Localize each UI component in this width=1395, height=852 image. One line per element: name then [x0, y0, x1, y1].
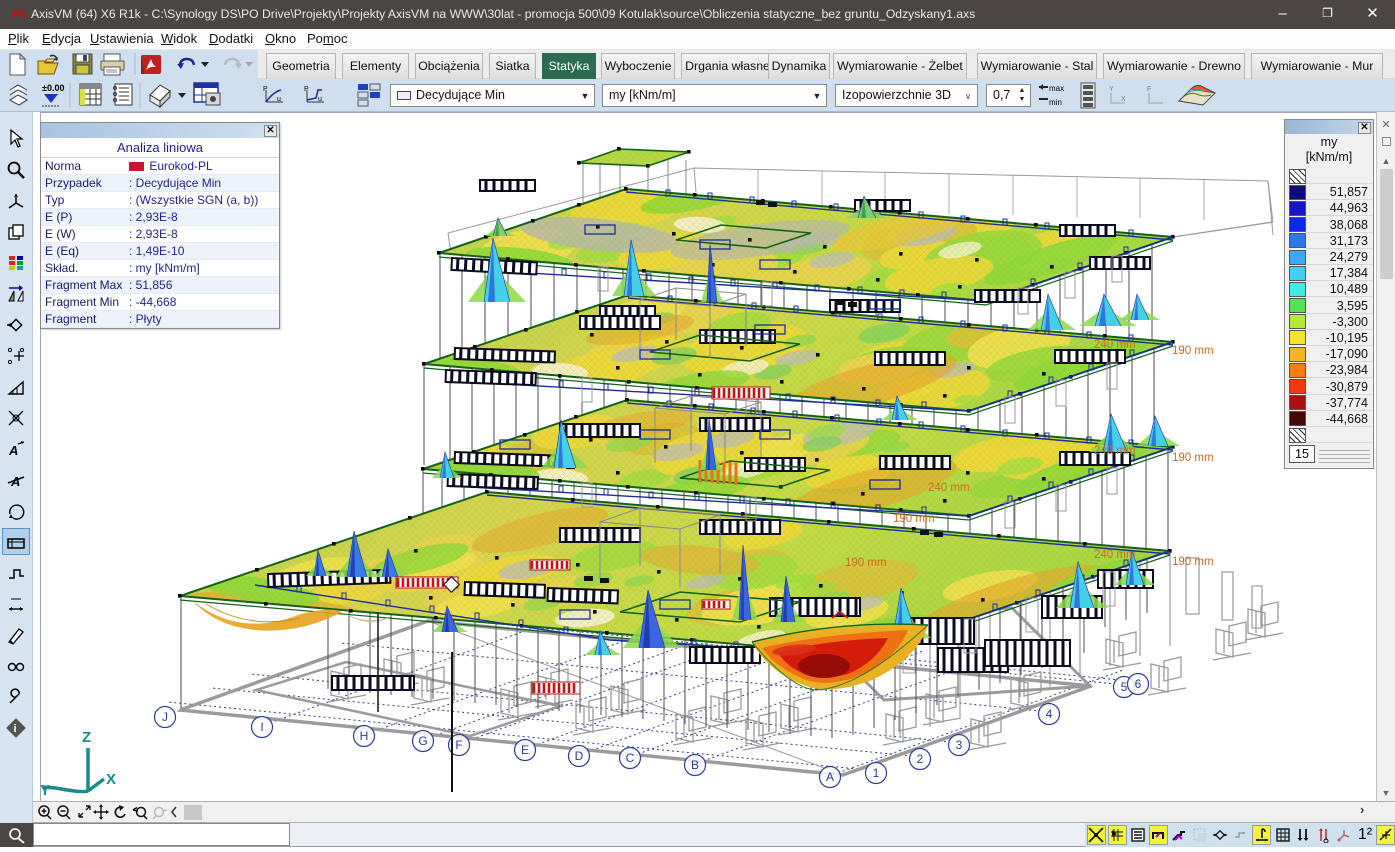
svg-text:190 mm: 190 mm	[1172, 452, 1214, 464]
svg-text:G: G	[418, 734, 427, 748]
svg-text:D: D	[575, 749, 584, 763]
svg-text:u: u	[318, 96, 322, 103]
svg-text:Z: Z	[82, 729, 91, 746]
svg-text:min: min	[1049, 98, 1062, 107]
svg-text:190 mm: 190 mm	[893, 513, 935, 525]
svg-text:H: H	[360, 729, 369, 743]
svg-text:A: A	[8, 443, 18, 458]
svg-text:190 mm: 190 mm	[1172, 345, 1214, 357]
svg-text:190 mm: 190 mm	[845, 557, 887, 569]
svg-text:F: F	[1147, 86, 1151, 93]
svg-text:C: C	[626, 751, 635, 765]
svg-text:A: A	[826, 770, 834, 784]
svg-text:±0.00: ±0.00	[42, 83, 64, 93]
svg-text:2: 2	[917, 752, 924, 766]
svg-text:1: 1	[873, 766, 880, 780]
svg-text:B: B	[691, 758, 699, 772]
svg-text:6: 6	[1135, 677, 1142, 691]
svg-text:i: i	[14, 723, 17, 735]
svg-text:3: 3	[956, 738, 963, 752]
svg-text:E: E	[521, 743, 529, 757]
svg-text:240 mm: 240 mm	[1094, 339, 1136, 351]
svg-text:x: x	[836, 608, 841, 618]
svg-text:190 mm: 190 mm	[1172, 556, 1214, 568]
svg-text:240 mm: 240 mm	[1094, 445, 1136, 457]
svg-text:X: X	[106, 771, 116, 788]
svg-text:240 mm: 240 mm	[928, 482, 970, 494]
svg-text:max: max	[1049, 84, 1064, 93]
svg-text:4: 4	[1046, 707, 1053, 721]
svg-text:5: 5	[1121, 680, 1128, 694]
svg-text:F: F	[455, 738, 462, 752]
svg-text:J: J	[162, 710, 168, 724]
svg-text:Y: Y	[40, 782, 50, 799]
svg-text:240 mm: 240 mm	[1094, 549, 1136, 561]
svg-text:u: u	[277, 96, 281, 103]
svg-text:I: I	[260, 720, 263, 734]
svg-text:Y: Y	[1109, 86, 1114, 93]
svg-text:X: X	[1121, 96, 1126, 103]
